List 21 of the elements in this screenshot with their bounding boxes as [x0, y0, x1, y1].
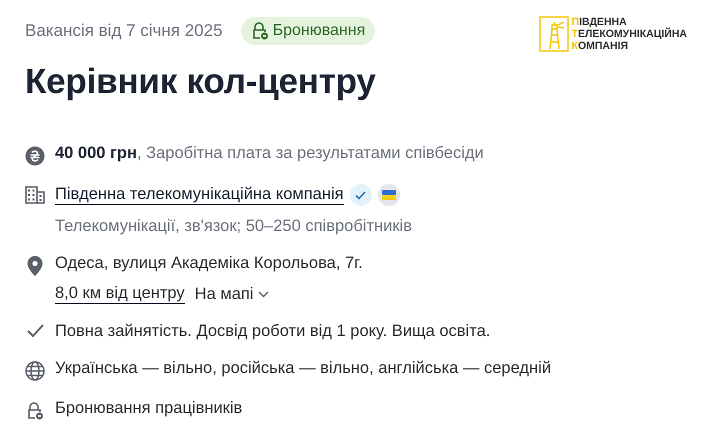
- lock-icon: [250, 21, 269, 41]
- checkmark-icon: [26, 324, 44, 337]
- hryvnia-icon: [25, 146, 45, 166]
- chevron-down-icon: [258, 290, 270, 298]
- detail-text: Бронювання працівників: [55, 399, 242, 418]
- map-link[interactable]: На мапі: [194, 284, 270, 304]
- lock-icon: [26, 401, 44, 421]
- building-icon: [25, 186, 45, 204]
- vacancy-date: Вакансія від 7 січня 2025: [25, 21, 223, 41]
- address-text: Одеса, вулиця Академіка Корольова, 7г.: [55, 254, 363, 273]
- reservation-badge: Бронювання: [240, 17, 376, 45]
- company-details: Телекомунікації, зв'язок; 50–250 співробітників: [55, 217, 412, 236]
- distance-link[interactable]: 8,0 км від центру: [55, 284, 185, 304]
- company-logo: ПІВДЕННА ТЕЛЕКОМУНІКАЦІЙНА КОМПАНІЯ: [538, 16, 687, 52]
- salary-text: 40 000 грн, Заробітна плата за результатами співбесіди: [55, 144, 484, 163]
- job-title: Керівник кол-центру: [25, 62, 377, 102]
- location-pin-icon: [27, 256, 43, 276]
- detail-text: Українська — вільно, російська — вільно, англійська — середній: [55, 359, 552, 378]
- company-link[interactable]: Південна телекомунікаційна компанія: [55, 185, 344, 205]
- globe-icon: [25, 361, 45, 381]
- detail-text: Повна зайнятість. Досвід роботи від 1 року. Вища освіта.: [55, 322, 490, 341]
